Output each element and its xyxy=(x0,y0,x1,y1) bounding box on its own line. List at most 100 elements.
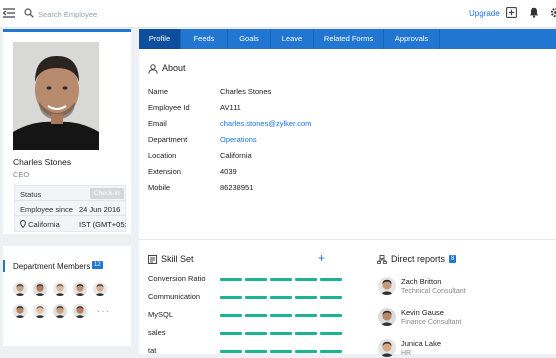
skill-rating-segment xyxy=(270,332,292,335)
about-extension-value: 4039 xyxy=(220,167,237,176)
about-mobile-value: 86238951 xyxy=(220,183,254,192)
user-icon xyxy=(148,64,158,76)
skill-rating-segment xyxy=(320,350,342,353)
timezone-value: IST (GMT+05:30) xyxy=(79,220,126,229)
skill-rating-segment xyxy=(220,296,242,299)
location-row: California IST (GMT+05:30) xyxy=(15,216,126,231)
report-role: HR xyxy=(401,350,412,357)
skill-rating-segment xyxy=(245,296,267,299)
tab-goals[interactable]: Goals xyxy=(228,29,271,49)
employee-since-value: 24 Jun 2016 xyxy=(79,205,121,214)
about-name-value: Charles Stones xyxy=(220,87,272,96)
skill-rating-segment xyxy=(295,278,317,281)
tab-feeds[interactable]: Feeds xyxy=(181,29,228,49)
profile-card: Charles Stones CEO Status Check-in Emplo… xyxy=(3,29,131,234)
main-panel: Profile Feeds Goals Leave Related Forms … xyxy=(139,29,556,357)
about-employee-id-label: Employee Id xyxy=(148,103,190,112)
department-member-avatar[interactable] xyxy=(13,304,27,318)
section-accent-bar xyxy=(3,260,5,272)
tab-profile[interactable]: Profile xyxy=(139,29,181,49)
report-avatar[interactable] xyxy=(378,277,396,295)
tab-approvals[interactable]: Approvals xyxy=(384,29,440,49)
department-member-avatar[interactable] xyxy=(33,282,47,296)
direct-reports-icon xyxy=(377,255,387,266)
about-email-label: Email xyxy=(148,119,167,128)
about-email-value[interactable]: charles.stones@zylker.com xyxy=(220,119,311,128)
skill-rating-segment xyxy=(245,350,267,353)
department-member-avatar[interactable] xyxy=(53,304,67,318)
bell-icon[interactable] xyxy=(529,7,539,20)
department-members-card: Department Members 12 ··· xyxy=(3,246,131,346)
skill-rating-segment xyxy=(320,278,342,281)
report-role: Technical Consultant xyxy=(401,288,466,295)
department-member-avatar[interactable] xyxy=(53,282,67,296)
skill-rating-segment xyxy=(320,332,342,335)
location-pin-icon xyxy=(20,220,26,229)
tab-leave[interactable]: Leave xyxy=(271,29,314,49)
upgrade-link[interactable]: Upgrade xyxy=(469,9,500,18)
skill-rating-segment xyxy=(295,314,317,317)
about-department-label: Department xyxy=(148,135,188,144)
report-avatar[interactable] xyxy=(378,339,396,357)
skill-rating-segment xyxy=(295,350,317,353)
report-role: Finance Consultant xyxy=(401,319,462,326)
about-employee-id-value: AV111 xyxy=(220,103,241,112)
report-avatar[interactable] xyxy=(378,308,396,326)
about-title: About xyxy=(162,63,186,73)
skill-name: Conversion Ratio xyxy=(148,274,206,283)
add-skill-button[interactable]: + xyxy=(318,251,325,265)
skill-rating-segment xyxy=(220,314,242,317)
skill-rating-segment xyxy=(220,332,242,335)
skill-rating-segment xyxy=(220,278,242,281)
menu-collapse-icon[interactable] xyxy=(2,8,15,20)
department-member-avatar[interactable] xyxy=(73,282,87,296)
profile-info-box: Status Check-in Employee since 24 Jun 20… xyxy=(14,185,126,232)
skill-rating-segment xyxy=(245,314,267,317)
skill-name: MySQL xyxy=(148,310,174,319)
status-label: Status xyxy=(20,190,42,199)
skill-rating-segment xyxy=(320,314,342,317)
profile-name: Charles Stones xyxy=(13,157,72,167)
report-name[interactable]: Kevin Gause xyxy=(401,308,444,317)
employee-since-row: Employee since 24 Jun 2016 xyxy=(15,201,125,216)
direct-reports-title: Direct reports xyxy=(391,254,446,264)
location-label: California xyxy=(20,220,60,229)
add-icon[interactable] xyxy=(506,7,517,20)
report-name[interactable]: Zach Britton xyxy=(401,277,441,286)
section-divider xyxy=(139,239,556,240)
skill-set-icon xyxy=(148,255,157,266)
skill-rating-segment xyxy=(295,332,317,335)
skill-set-title: Skill Set xyxy=(161,254,194,264)
skill-rating-segment xyxy=(270,314,292,317)
skill-rating-segment xyxy=(270,296,292,299)
skill-rating-segment xyxy=(295,296,317,299)
skill-name: Communication xyxy=(148,292,201,301)
skill-rating-segment xyxy=(270,350,292,353)
profile-photo xyxy=(13,42,99,150)
department-member-avatar[interactable] xyxy=(93,282,107,296)
about-extension-label: Extension xyxy=(148,167,181,176)
tab-related-forms[interactable]: Related Forms xyxy=(314,29,384,49)
skill-rating-segment xyxy=(245,332,267,335)
skill-name: sales xyxy=(148,328,166,337)
skill-rating-segment xyxy=(220,350,242,353)
department-members-title: Department Members xyxy=(13,262,91,271)
gear-icon[interactable] xyxy=(550,7,556,20)
department-member-avatar[interactable] xyxy=(13,282,27,296)
report-name[interactable]: Junica Lake xyxy=(401,339,441,348)
profile-title: CEO xyxy=(13,170,30,179)
skill-rating-segment xyxy=(320,296,342,299)
about-location-value: California xyxy=(220,151,252,160)
direct-reports-count-badge: 8 xyxy=(449,255,457,263)
tab-bar: Profile Feeds Goals Leave Related Forms … xyxy=(139,29,556,49)
more-members-icon[interactable]: ··· xyxy=(97,306,110,317)
about-department-value[interactable]: Operations xyxy=(220,135,257,144)
search-input[interactable] xyxy=(38,7,218,21)
employee-since-label: Employee since xyxy=(20,205,73,214)
checkin-button[interactable]: Check-in xyxy=(90,188,124,199)
top-bar: Upgrade xyxy=(0,0,556,28)
skill-rating-segment xyxy=(270,278,292,281)
department-member-avatar[interactable] xyxy=(33,304,47,318)
search-icon[interactable] xyxy=(24,8,34,20)
department-member-avatar[interactable] xyxy=(73,304,87,318)
